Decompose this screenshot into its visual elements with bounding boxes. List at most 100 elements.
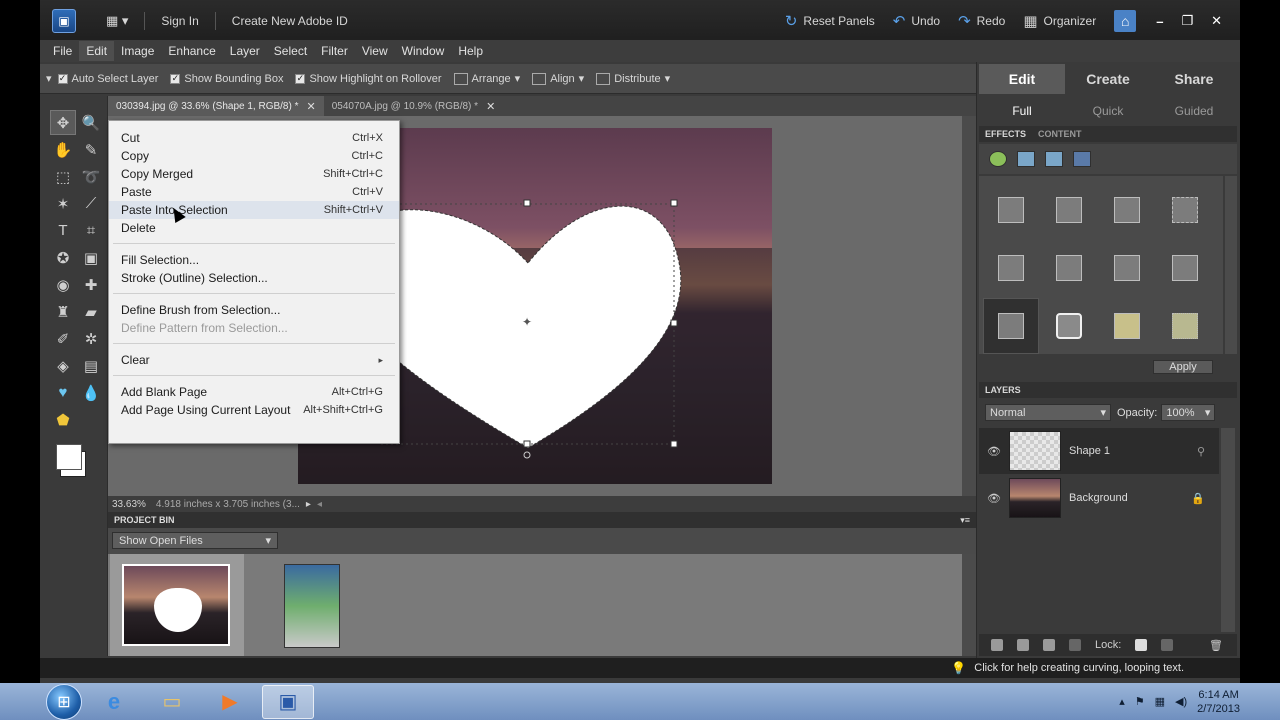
effect-thumbnail[interactable] xyxy=(1041,240,1097,296)
magic-wand-tool-icon[interactable]: ✶ xyxy=(50,191,76,216)
panel-menu-icon[interactable]: ▾≡ xyxy=(960,515,970,526)
layers-scrollbar[interactable] xyxy=(1221,428,1235,632)
tab-effects[interactable]: EFFECTS xyxy=(985,129,1026,139)
menu-item-add-blank-page[interactable]: Add Blank Page Alt+Ctrl+G xyxy=(109,383,399,401)
menu-enhance[interactable]: Enhance xyxy=(161,41,222,61)
filters-icon[interactable] xyxy=(989,151,1007,167)
home-icon[interactable]: ⌂ xyxy=(1114,10,1137,32)
file-explorer-icon[interactable]: ▭ xyxy=(146,685,198,719)
eyedropper-tool-icon[interactable]: ✎ xyxy=(78,137,104,162)
lock-transparency-icon[interactable] xyxy=(1135,639,1148,651)
menu-image[interactable]: Image xyxy=(114,41,161,61)
visibility-eye-icon[interactable]: 👁 xyxy=(987,445,1001,458)
photoshop-elements-taskbar-icon[interactable]: ▣ xyxy=(262,684,314,719)
start-button-icon[interactable]: ⊞ xyxy=(46,683,82,720)
tab-guided[interactable]: Guided xyxy=(1151,98,1237,124)
red-eye-tool-icon[interactable]: ◉ xyxy=(50,272,76,297)
sign-in-link[interactable]: Sign In xyxy=(155,14,204,28)
tab-full[interactable]: Full xyxy=(979,98,1065,124)
gradient-tool-icon[interactable]: ▤ xyxy=(78,353,104,378)
menu-item-stroke-selection[interactable]: Stroke (Outline) Selection... xyxy=(109,269,399,287)
tab-quick[interactable]: Quick xyxy=(1065,98,1151,124)
reset-panels-button[interactable]: ↻ Reset Panels xyxy=(785,12,875,30)
layer-mask-icon[interactable] xyxy=(1043,639,1055,651)
tab-create[interactable]: Create xyxy=(1065,64,1151,94)
show-highlight-checkbox[interactable]: ✓ Show Highlight on Rollover xyxy=(295,73,442,85)
menu-item-paste[interactable]: Paste Ctrl+V xyxy=(109,183,399,201)
foreground-color-swatch[interactable] xyxy=(56,444,82,470)
effect-thumbnail[interactable] xyxy=(1157,182,1213,238)
flag-icon[interactable]: ⚑ xyxy=(1135,695,1145,708)
menu-item-delete[interactable]: Delete xyxy=(109,219,399,237)
create-adobe-id-link[interactable]: Create New Adobe ID xyxy=(226,14,354,28)
effect-thumbnail[interactable] xyxy=(983,298,1039,354)
auto-select-layer-checkbox[interactable]: ✓ Auto Select Layer xyxy=(57,73,158,85)
menu-help[interactable]: Help xyxy=(451,41,490,61)
new-adjustment-layer-icon[interactable] xyxy=(1017,639,1029,651)
delete-layer-icon[interactable]: 🗑 xyxy=(1209,639,1223,652)
clone-stamp-tool-icon[interactable]: ♜ xyxy=(50,299,76,324)
visibility-eye-icon[interactable]: 👁 xyxy=(987,492,1001,505)
canvas-vertical-scrollbar[interactable] xyxy=(962,116,976,496)
move-tool-icon[interactable]: ✥ xyxy=(50,110,76,135)
blend-mode-dropdown[interactable]: Normal ▾ xyxy=(985,404,1111,421)
menu-item-cut[interactable]: Cut Ctrl+X xyxy=(109,129,399,147)
menu-item-define-brush[interactable]: Define Brush from Selection... xyxy=(109,301,399,319)
help-text[interactable]: Click for help creating curving, looping… xyxy=(974,662,1184,674)
thumbnail-054070a[interactable] xyxy=(284,564,340,648)
tab-content[interactable]: CONTENT xyxy=(1038,129,1082,139)
paint-bucket-tool-icon[interactable]: ◈ xyxy=(50,353,76,378)
opacity-field[interactable]: 100% ▾ xyxy=(1161,404,1216,421)
custom-shape-tool-icon[interactable]: ♥ xyxy=(50,380,76,405)
marquee-tool-icon[interactable]: ⬚ xyxy=(50,164,76,189)
minimize-icon[interactable]: – xyxy=(1156,14,1163,29)
smart-brush-tool-icon[interactable]: ✲ xyxy=(78,326,104,351)
close-tab-icon[interactable]: ✕ xyxy=(486,100,495,113)
distribute-dropdown[interactable]: Distribute ▾ xyxy=(596,72,670,85)
layer-row-shape-1[interactable]: 👁 Shape 1 ⚲ xyxy=(979,428,1219,474)
clock[interactable]: 6:14 AM 2/7/2013 xyxy=(1197,688,1240,716)
network-icon[interactable]: ▦ xyxy=(1155,695,1165,708)
close-icon[interactable]: ✕ xyxy=(1211,13,1222,29)
align-dropdown[interactable]: Align ▾ xyxy=(532,72,584,85)
effect-thumbnail[interactable] xyxy=(1041,298,1097,354)
menu-view[interactable]: View xyxy=(355,41,395,61)
photo-effects-icon[interactable] xyxy=(1045,151,1063,167)
quick-selection-tool-icon[interactable]: ⟋ xyxy=(78,191,104,216)
healing-brush-tool-icon[interactable]: ✚ xyxy=(78,272,104,297)
redo-button[interactable]: ↷ Redo xyxy=(958,12,1005,30)
restore-icon[interactable]: ❐ xyxy=(1181,13,1193,29)
all-effects-icon[interactable] xyxy=(1073,151,1091,167)
layer-styles-icon[interactable] xyxy=(1017,151,1035,167)
effect-thumbnail[interactable] xyxy=(1099,298,1155,354)
organizer-button[interactable]: ▦ Organizer xyxy=(1023,12,1096,30)
brush-tool-icon[interactable]: ✐ xyxy=(50,326,76,351)
menu-item-fill-selection[interactable]: Fill Selection... xyxy=(109,251,399,269)
tab-share[interactable]: Share xyxy=(1151,64,1237,94)
effect-thumbnail[interactable] xyxy=(1157,298,1213,354)
effect-thumbnail[interactable] xyxy=(1041,182,1097,238)
chevron-down-icon[interactable]: ▾ xyxy=(1205,406,1211,419)
new-layer-icon[interactable] xyxy=(991,639,1003,651)
effect-thumbnail[interactable] xyxy=(1099,240,1155,296)
menu-select[interactable]: Select xyxy=(267,41,314,61)
show-bounding-box-checkbox[interactable]: ✓ Show Bounding Box xyxy=(170,73,283,85)
menu-item-copy[interactable]: Copy Ctrl+C xyxy=(109,147,399,165)
recompose-tool-icon[interactable]: ▣ xyxy=(78,245,104,270)
effect-thumbnail[interactable] xyxy=(1157,240,1213,296)
undo-button[interactable]: ↶ Undo xyxy=(893,12,940,30)
close-tab-icon[interactable]: ✕ xyxy=(307,100,316,113)
media-player-icon[interactable]: ▶ xyxy=(204,685,256,719)
lock-all-icon[interactable] xyxy=(1161,639,1174,651)
effect-thumbnail[interactable] xyxy=(983,240,1039,296)
blur-tool-icon[interactable]: 💧 xyxy=(78,380,104,405)
tab-edit[interactable]: Edit xyxy=(979,64,1065,94)
effects-scrollbar[interactable] xyxy=(1225,176,1237,354)
menu-item-paste-into-selection[interactable]: Paste Into Selection Shift+Ctrl+V xyxy=(109,201,399,219)
effect-thumbnail[interactable] xyxy=(983,182,1039,238)
tab-054070a[interactable]: 054070A.jpg @ 10.9% (RGB/8) * ✕ xyxy=(324,96,504,116)
layer-row-background[interactable]: 👁 Background 🔒 xyxy=(979,475,1219,521)
menu-item-copy-merged[interactable]: Copy Merged Shift+Ctrl+C xyxy=(109,165,399,183)
menu-edit[interactable]: Edit xyxy=(79,41,115,61)
workspace-menu-icon[interactable]: ▦ ▾ xyxy=(100,13,134,29)
